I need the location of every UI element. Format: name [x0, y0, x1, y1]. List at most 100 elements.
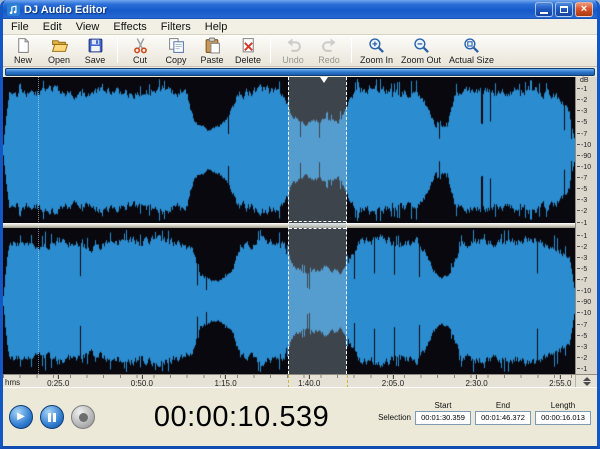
db-tick-label: -7: [577, 131, 597, 138]
timeline-tick: 2:55.0: [549, 375, 571, 387]
undo-button: Undo: [275, 36, 311, 66]
timeline-spinner: [575, 375, 597, 387]
toolbar-button-label: Save: [84, 54, 106, 65]
close-icon: ×: [580, 3, 588, 15]
paste-icon: [204, 37, 221, 54]
db-tick-label: -5: [577, 186, 597, 193]
menu-help[interactable]: Help: [198, 20, 235, 34]
selection-field-label: Start: [434, 400, 452, 410]
pause-button[interactable]: [40, 405, 64, 429]
copy-button[interactable]: Copy: [158, 36, 194, 66]
new-document-icon: [15, 37, 32, 54]
selection-label: Selection: [378, 412, 411, 422]
db-tick-label: -1: [577, 86, 597, 93]
db-tick-label: -10: [577, 310, 597, 317]
paste-button[interactable]: Paste: [194, 36, 230, 66]
spinner-up-icon[interactable]: [582, 376, 591, 381]
spinner-down-icon[interactable]: [582, 381, 591, 386]
maximize-icon: [560, 6, 568, 13]
toolbar-button-label: Zoom In: [360, 54, 394, 65]
db-tick-label: -10: [577, 288, 597, 295]
toolbar-button-label: Redo: [318, 54, 340, 65]
record-icon: [78, 412, 88, 422]
timeline-unit-label: hms: [5, 378, 21, 387]
db-tick-label: -1: [577, 233, 597, 240]
menu-file[interactable]: File: [4, 20, 36, 34]
save-button[interactable]: Save: [77, 36, 113, 66]
undo-icon: [285, 37, 302, 54]
actual-size-button[interactable]: Actual Size: [445, 36, 498, 66]
playhead-marker: [38, 77, 40, 374]
selection-panel: Selection Start 00:01:30.359 End 00:01:46.3…: [378, 401, 591, 434]
toolbar-separator: [270, 38, 271, 63]
app-icon: [7, 3, 20, 16]
open-folder-icon: [51, 37, 68, 54]
app-window: DJ Audio Editor × File Edit View Effects Fil…: [0, 0, 600, 449]
new-document-button[interactable]: New: [5, 36, 41, 66]
db-tick-label: -90: [577, 153, 597, 160]
toolbar-button-label: Paste: [200, 54, 224, 65]
zoom-out-icon: [413, 37, 430, 54]
close-button[interactable]: ×: [575, 2, 593, 17]
bottom-panel: ▶ 00:00:10.539 Selection Start 00:01:30.3…: [3, 387, 597, 446]
db-tick-label: -3: [577, 344, 597, 351]
db-tick-label: -2: [577, 208, 597, 215]
selection-field-value[interactable]: 00:01:46.372: [475, 410, 531, 425]
toolbar-button-label: Zoom Out: [401, 54, 442, 65]
play-icon: ▶: [17, 411, 25, 422]
toolbar-button-label: Cut: [132, 54, 147, 65]
timeline-ruler[interactable]: hms 0:25.0 0:50.0 1:15.0 1:40.0 2:05.0 2:30.0…: [3, 375, 575, 387]
db-tick-label: -90: [577, 299, 597, 306]
timeline-tick: 1:40.0: [298, 375, 320, 387]
toolbar-button-label: Open: [47, 54, 71, 65]
zoom-out-button[interactable]: Zoom Out: [397, 36, 445, 66]
pause-icon: [48, 412, 56, 422]
db-unit-label: dB: [580, 77, 589, 84]
menu-view[interactable]: View: [69, 20, 107, 34]
timeline: hms 0:25.0 0:50.0 1:15.0 1:40.0 2:05.0 2:30.0…: [3, 374, 597, 387]
selection-middle-handle[interactable]: [288, 221, 347, 229]
scissors-button[interactable]: Cut: [122, 36, 158, 66]
db-tick-label: -7: [577, 175, 597, 182]
timeline-tick: 0:25.0: [47, 375, 69, 387]
waveform-view: [3, 77, 575, 374]
timeline-tick: 2:05.0: [382, 375, 404, 387]
db-tick-label: -3: [577, 197, 597, 204]
menu-effects[interactable]: Effects: [106, 20, 153, 34]
timeline-tick: 0:50.0: [131, 375, 153, 387]
toolbar-button-label: Actual Size: [449, 54, 495, 65]
maximize-button[interactable]: [555, 2, 573, 17]
play-button[interactable]: ▶: [9, 405, 33, 429]
delete-button[interactable]: Delete: [230, 36, 266, 66]
delete-icon: [240, 37, 257, 54]
menu-filters[interactable]: Filters: [154, 20, 198, 34]
db-tick-label: -1: [577, 220, 597, 227]
open-folder-button[interactable]: Open: [41, 36, 77, 66]
db-tick-label: -2: [577, 97, 597, 104]
timeline-tick: 2:30.0: [465, 375, 487, 387]
selection-field-value[interactable]: 00:00:16.013: [535, 410, 591, 425]
time-display: 00:00:10.539: [153, 400, 330, 433]
db-scale-channel-2: -1 -2 -3 -5 -7 -10 -90 -10 -7 -5 -3 -2 -1: [576, 233, 597, 375]
db-tick-label: -10: [577, 142, 597, 149]
toolbar-button-label: Delete: [234, 54, 261, 65]
actual-size-icon: [463, 37, 480, 54]
horizontal-scrollbar[interactable]: [5, 68, 595, 76]
waveform-selection[interactable]: [287, 77, 348, 374]
selection-start-field: Start 00:01:30.359: [415, 401, 471, 425]
selection-boundary-marker: [347, 375, 349, 387]
zoom-in-button[interactable]: Zoom In: [356, 36, 397, 66]
minimize-button[interactable]: [535, 2, 553, 17]
menu-bar: File Edit View Effects Filters Help: [3, 19, 597, 35]
selection-field-label: End: [495, 400, 511, 410]
toolbar: New Open Save Cut Copy Paste Delete Undo Redo Zoo…: [3, 35, 597, 67]
selection-field-label: Length: [550, 400, 576, 410]
db-tick-label: -7: [577, 322, 597, 329]
selection-length-field: Length 00:00:16.013: [535, 401, 591, 425]
toolbar-separator: [117, 38, 118, 63]
selection-field-value[interactable]: 00:01:30.359: [415, 410, 471, 425]
menu-edit[interactable]: Edit: [36, 20, 69, 34]
window-title: DJ Audio Editor: [24, 3, 107, 16]
db-tick-label: -5: [577, 266, 597, 273]
save-icon: [87, 37, 104, 54]
